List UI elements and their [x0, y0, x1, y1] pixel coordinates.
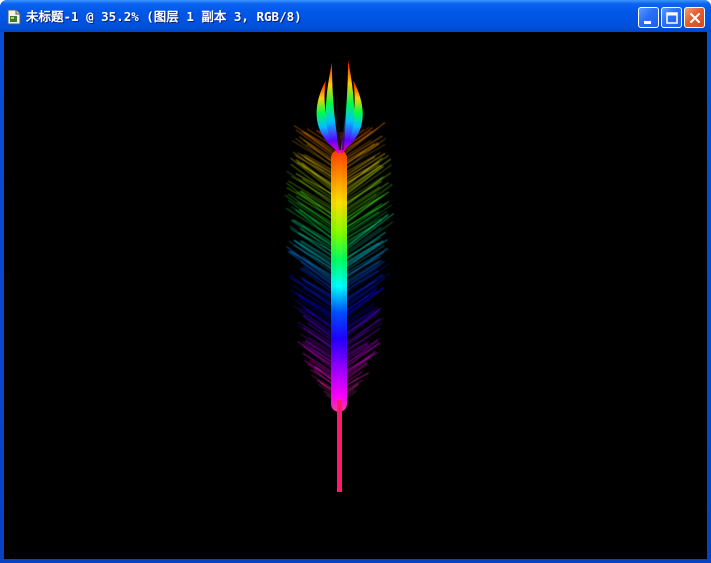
image-canvas[interactable]: [4, 32, 707, 559]
document-window: 未标题-1 @ 35.2% (图层 1 副本 3, RGB/8): [0, 0, 711, 563]
minimize-button[interactable]: [638, 7, 659, 28]
window-title: 未标题-1 @ 35.2% (图层 1 副本 3, RGB/8): [26, 9, 302, 24]
minimize-icon: [644, 21, 651, 24]
close-icon: [690, 13, 700, 23]
feather-stem: [337, 400, 342, 492]
close-button[interactable]: [684, 7, 705, 28]
maximize-button[interactable]: [661, 7, 682, 28]
photoshop-document-icon: [7, 9, 21, 25]
rainbow-feather-artwork: [284, 60, 395, 492]
maximize-icon: [666, 12, 678, 24]
title-bar[interactable]: 未标题-1 @ 35.2% (图层 1 副本 3, RGB/8): [0, 0, 711, 32]
